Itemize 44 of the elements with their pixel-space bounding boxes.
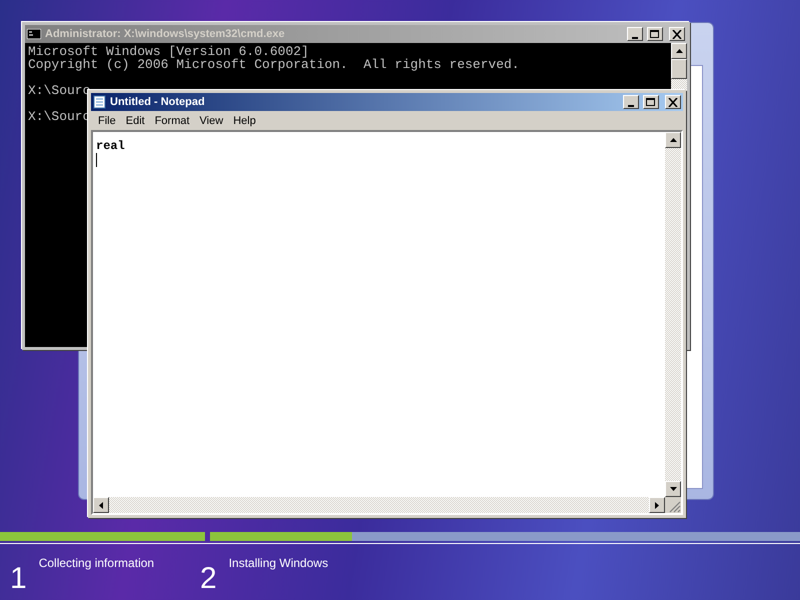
scrollbar-thumb[interactable] [671, 59, 687, 79]
scroll-right-button[interactable] [649, 497, 665, 513]
console-line: Copyright (c) 2006 Microsoft Corporation. All rights reserved. [28, 58, 520, 71]
window-title: Administrator: X:\windows\system32\cmd.exe [45, 28, 286, 40]
close-icon [672, 30, 682, 38]
notepad-icon [93, 95, 106, 109]
console-line: Microsoft Windows [Version 6.0.6002] [28, 45, 309, 58]
arrow-up-icon [670, 138, 676, 142]
minimize-icon [628, 104, 634, 106]
step-label: Installing Windows [228, 556, 328, 572]
maximize-button[interactable] [647, 27, 663, 41]
minimize-icon [632, 36, 638, 38]
maximize-button[interactable] [643, 95, 659, 109]
maximize-icon [646, 98, 656, 106]
maximize-icon [650, 30, 660, 38]
document-text: real [96, 139, 125, 153]
command-prompt-line: X:\Sourc [28, 110, 90, 123]
scroll-down-button[interactable] [665, 481, 681, 497]
menu-item[interactable]: View [194, 114, 228, 126]
text-area[interactable]: real [93, 132, 665, 497]
scroll-left-button[interactable] [93, 497, 109, 513]
arrow-left-icon [99, 502, 103, 508]
menu-item[interactable]: Edit [120, 114, 150, 126]
scroll-up-button[interactable] [671, 43, 687, 59]
menu-item[interactable]: Format [150, 114, 195, 126]
step-label: Collecting information [38, 556, 154, 572]
step-number: 2 [200, 561, 217, 594]
text-caret [96, 153, 97, 167]
close-button[interactable] [669, 27, 685, 41]
step-number: 1 [10, 561, 27, 594]
command-prompt-line: X:\Sourc [28, 84, 90, 97]
arrow-right-icon [655, 502, 659, 508]
window-title: Untitled - Notepad [110, 96, 206, 108]
menu-item[interactable]: Help [228, 114, 261, 126]
close-icon [668, 98, 678, 106]
arrow-down-icon [670, 487, 676, 491]
minimize-button[interactable] [623, 95, 639, 109]
minimize-button[interactable] [627, 27, 643, 41]
close-button[interactable] [665, 95, 681, 109]
scroll-up-button[interactable] [665, 132, 681, 148]
scrollbar-track[interactable] [671, 79, 687, 89]
console-icon [27, 29, 41, 39]
arrow-up-icon [676, 49, 682, 53]
menu-item[interactable]: File [93, 114, 121, 126]
